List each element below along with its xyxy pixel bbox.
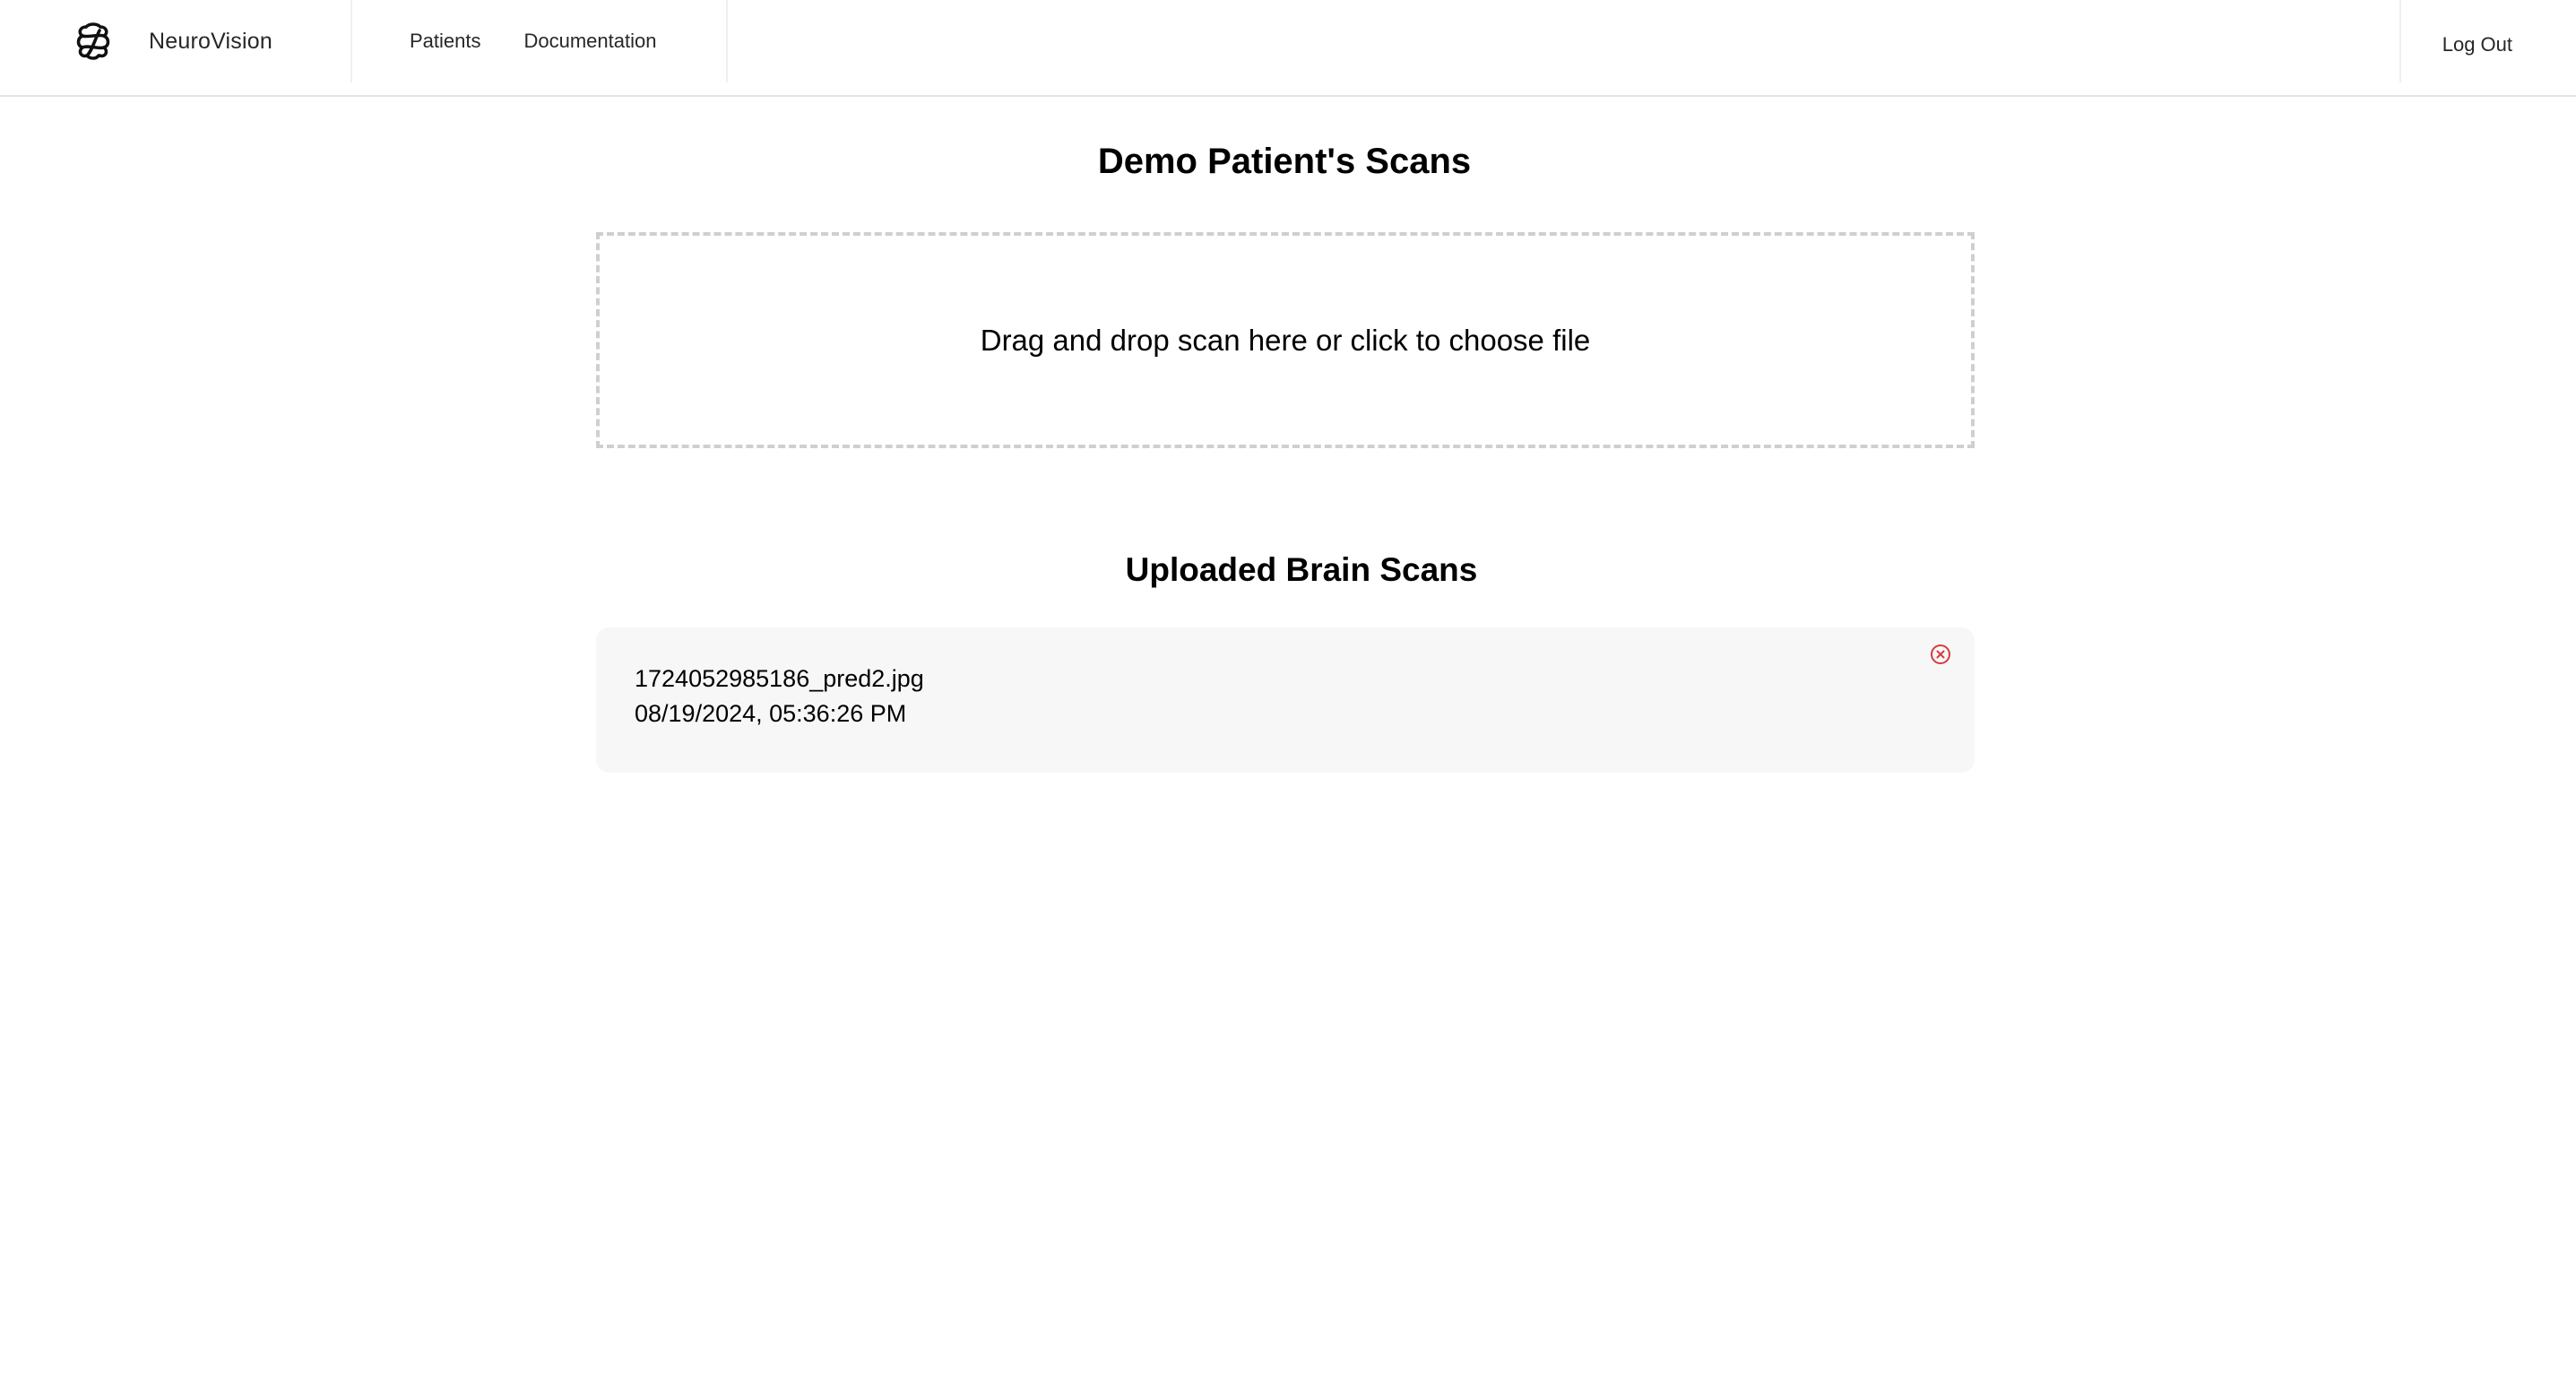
scan-timestamp: 08/19/2024, 05:36:26 PM [635, 700, 907, 727]
top-navbar: NeuroVision Patients Documentation Log O… [0, 0, 2576, 97]
nav-divider [350, 0, 352, 82]
nav-link-documentation[interactable]: Documentation [524, 30, 657, 53]
nav-link-patients[interactable]: Patients [410, 30, 481, 53]
dropzone-label: Drag and drop scan here or click to choo… [980, 323, 1591, 357]
nav-divider [2399, 0, 2401, 82]
page-title: Demo Patient's Scans [1097, 142, 1472, 181]
main-nav: Patients Documentation [410, 0, 656, 82]
close-circle-icon [1931, 644, 1950, 664]
brand[interactable]: NeuroVision [72, 0, 272, 82]
scan-dropzone[interactable]: Drag and drop scan here or click to choo… [596, 232, 1975, 448]
logout-button[interactable]: Log Out [2442, 0, 2512, 90]
brain-knot-icon [72, 20, 115, 63]
brand-name: NeuroVision [149, 28, 272, 54]
scan-list-item[interactable]: 1724052985186_pred2.jpg 08/19/2024, 05:3… [596, 627, 1975, 773]
nav-divider [726, 0, 728, 82]
uploaded-scans-heading: Uploaded Brain Scans [1125, 551, 1478, 588]
remove-scan-button[interactable] [1929, 643, 1952, 666]
scan-filename: 1724052985186_pred2.jpg [635, 665, 924, 692]
